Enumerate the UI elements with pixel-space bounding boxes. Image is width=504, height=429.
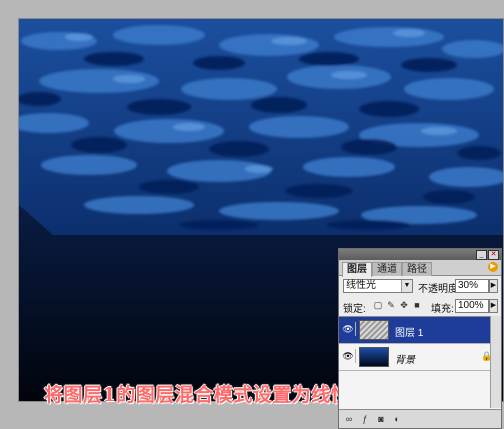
eye-icon[interactable]: 👁	[341, 322, 356, 336]
lock-paint-icon[interactable]: ✎	[386, 300, 396, 310]
link-icon[interactable]: ∞	[343, 413, 355, 425]
eye-icon[interactable]: 👁	[341, 349, 356, 363]
opacity-arrow-icon[interactable]: ▶	[489, 279, 498, 293]
lock-transparency-icon[interactable]: ▢	[373, 300, 383, 310]
lock-label: 锁定:	[343, 304, 366, 315]
panel-titlebar[interactable]: _ ✕	[339, 249, 501, 260]
fill-field[interactable]: 100%	[455, 299, 489, 313]
layer-thumbnail	[359, 347, 389, 367]
fill-arrow-icon[interactable]: ▶	[489, 299, 498, 313]
panel-menu-icon[interactable]: ▶	[488, 262, 498, 272]
panel-bottom-bar: ∞ ƒ ◙ ◐	[339, 409, 501, 428]
mask-icon[interactable]: ◙	[375, 413, 387, 425]
tab-channels[interactable]: 通道	[372, 262, 402, 276]
layers-panel: _ ✕ 图层 通道 路径 ▶ 线性光 ▼ 不透明度: 30% ▶ 锁定: ▢ ✎ ✥…	[338, 248, 502, 429]
layer-row-background[interactable]: 👁 背景 🔒	[339, 344, 501, 371]
fill-label: 填充:	[431, 304, 454, 315]
minimize-icon[interactable]: _	[476, 250, 487, 260]
blend-mode-value: 线性光	[346, 280, 376, 291]
tab-paths[interactable]: 路径	[402, 262, 432, 276]
layer-thumbnail	[359, 320, 389, 340]
layer-name: 背景	[395, 355, 415, 366]
lock-row: 锁定: ▢ ✎ ✥ ■ 填充: 100% ▶	[339, 296, 501, 316]
layer-row-layer1[interactable]: 👁 图层 1	[339, 317, 501, 344]
opacity-field[interactable]: 30%	[455, 279, 489, 293]
instruction-caption: 将图层1的图层混合模式设置为线性光	[44, 384, 370, 406]
chevron-down-icon: ▼	[401, 280, 412, 292]
layers-list: 👁 图层 1 👁 背景 🔒	[339, 316, 501, 409]
blend-mode-select[interactable]: 线性光 ▼	[343, 279, 413, 293]
lock-all-icon[interactable]: ■	[412, 300, 422, 310]
close-icon[interactable]: ✕	[488, 250, 499, 260]
fx-icon[interactable]: ƒ	[359, 413, 371, 425]
lock-move-icon[interactable]: ✥	[399, 300, 409, 310]
tab-layers[interactable]: 图层	[342, 262, 372, 277]
layer-name: 图层 1	[395, 328, 424, 339]
adjustment-icon[interactable]: ◐	[391, 413, 403, 425]
panel-tabs: 图层 通道 路径 ▶	[339, 260, 501, 277]
blend-row: 线性光 ▼ 不透明度: 30% ▶	[339, 276, 501, 296]
layers-scrollbar[interactable]	[490, 316, 501, 408]
